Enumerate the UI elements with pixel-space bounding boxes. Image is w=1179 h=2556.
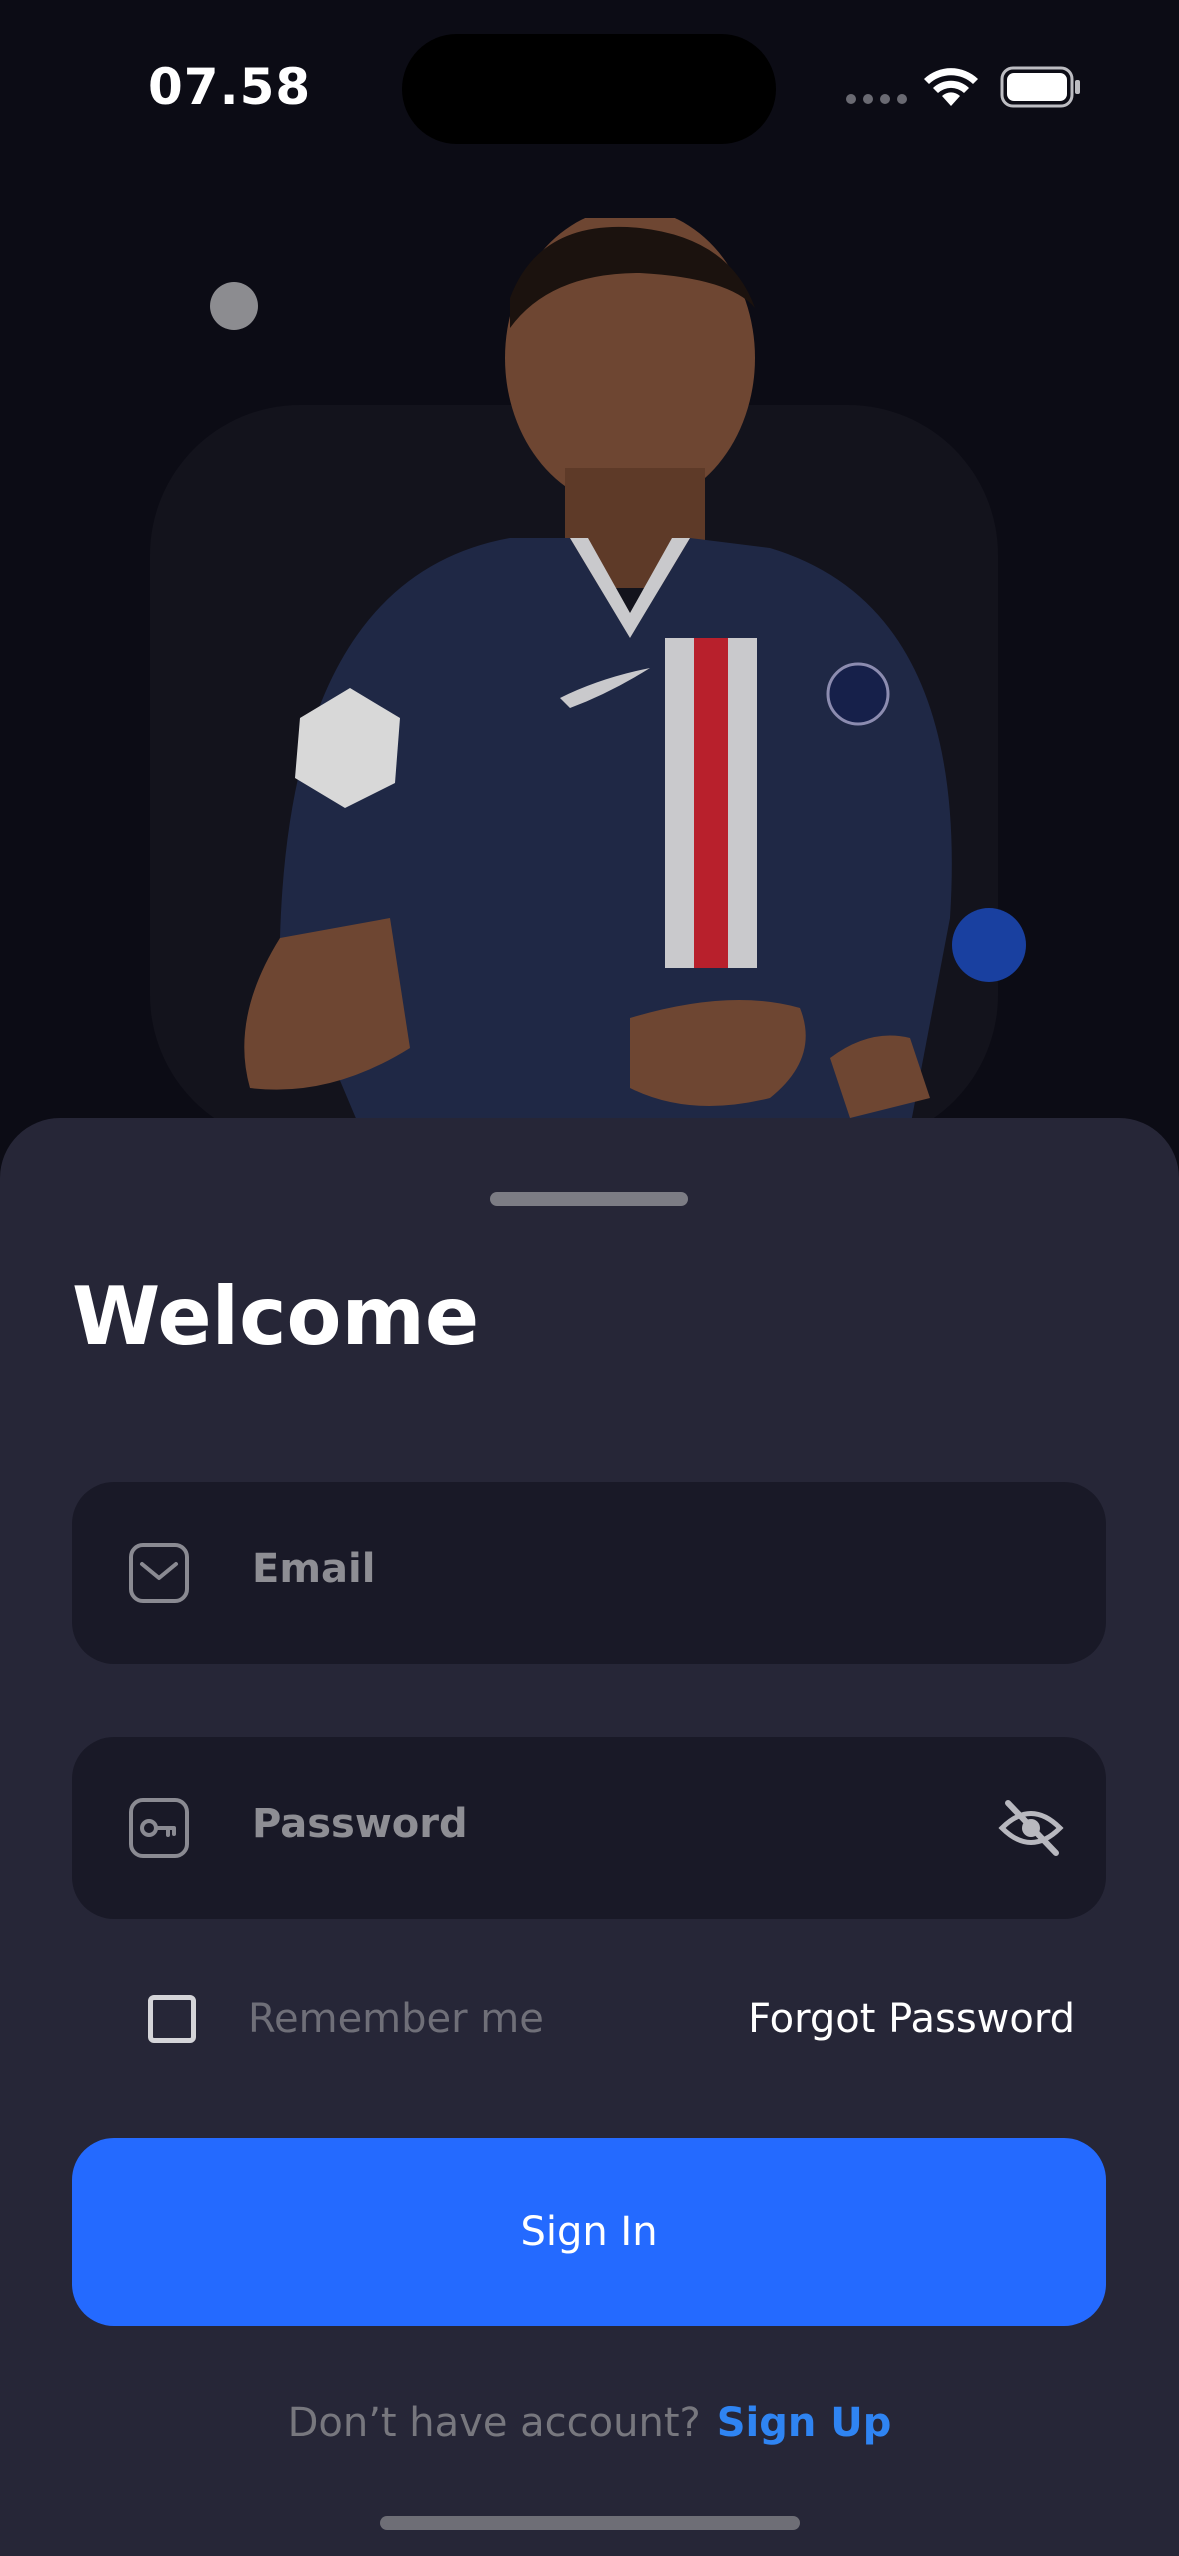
forgot-password-link[interactable]: Forgot Password (748, 1996, 1075, 2042)
email-field[interactable]: Email (72, 1482, 1106, 1664)
mail-icon (129, 1543, 189, 1603)
sheet-drag-handle[interactable] (490, 1192, 688, 1206)
key-icon (129, 1798, 189, 1858)
password-placeholder: Password (252, 1801, 468, 1847)
remember-me-label: Remember me (248, 1996, 544, 2042)
player-image (244, 218, 952, 1128)
home-indicator[interactable] (380, 2516, 800, 2530)
sign-in-button[interactable]: Sign In (72, 2138, 1106, 2326)
dynamic-island (402, 34, 776, 144)
sign-up-link[interactable]: Sign Up (717, 2400, 892, 2446)
wifi-icon (924, 68, 978, 106)
battery-icon (1000, 66, 1080, 108)
status-time: 07.58 (148, 58, 312, 116)
email-placeholder: Email (252, 1546, 376, 1592)
signup-question: Don’t have account? (287, 2400, 701, 2446)
cellular-signal-icon (846, 94, 907, 104)
password-field[interactable]: Password (72, 1737, 1106, 1919)
eye-off-icon[interactable] (998, 1797, 1064, 1859)
page-title: Welcome (72, 1270, 480, 1363)
remember-me-checkbox[interactable] (148, 1995, 196, 2043)
signup-prompt: Don’t have account? Sign Up (0, 2400, 1179, 2446)
